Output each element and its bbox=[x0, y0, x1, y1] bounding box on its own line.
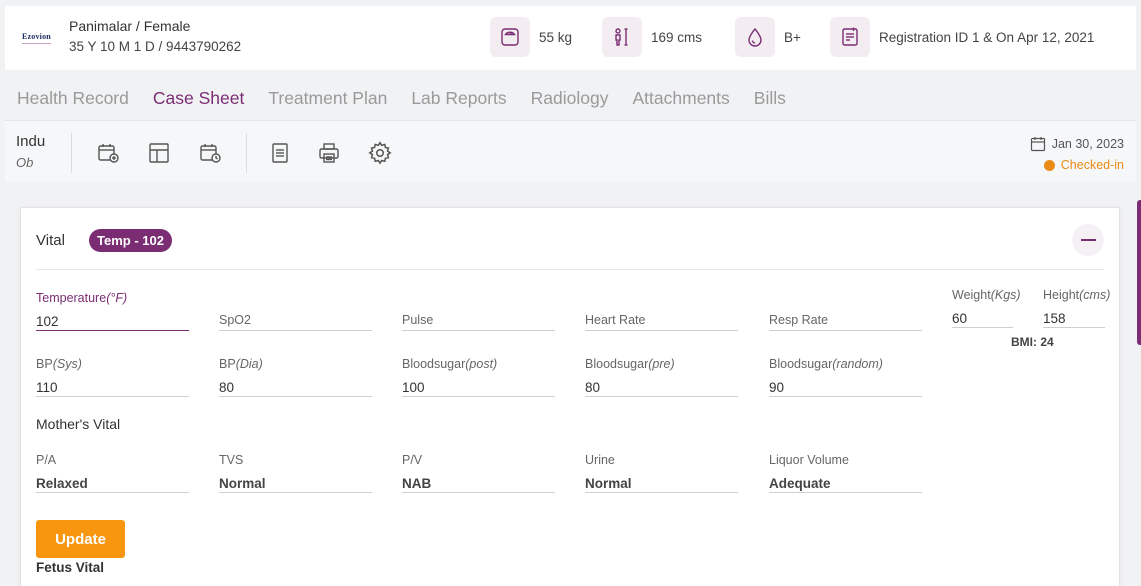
height-value: 158 bbox=[1043, 311, 1066, 326]
height-value: 169 cms bbox=[651, 29, 703, 45]
status-badge: Checked-in bbox=[1043, 158, 1124, 172]
tab-health-record[interactable]: Health Record bbox=[17, 88, 129, 109]
registration-document-icon bbox=[830, 17, 870, 57]
registration-stat: Registration ID 1 & On Apr 12, 2021 bbox=[830, 17, 1094, 57]
visit-date: Jan 30, 2023 bbox=[1030, 136, 1124, 152]
bp-dia-field[interactable]: BP(Dia) 80 bbox=[219, 357, 372, 397]
settings-icon[interactable] bbox=[366, 139, 394, 167]
bloodsugar-random-field[interactable]: Bloodsugar(random) 90 bbox=[769, 357, 922, 397]
pa-field[interactable]: P/A Relaxed bbox=[36, 453, 189, 493]
bloodsugar-post-field[interactable]: Bloodsugar(post) 100 bbox=[402, 357, 555, 397]
update-button[interactable]: Update bbox=[36, 520, 125, 558]
minus-icon bbox=[1080, 239, 1096, 241]
urine-field[interactable]: Urine Normal bbox=[585, 453, 738, 493]
heart-rate-field[interactable]: Heart Rate bbox=[585, 291, 738, 331]
registration-value: Registration ID 1 & On Apr 12, 2021 bbox=[879, 29, 1095, 45]
card-divider bbox=[36, 269, 1104, 270]
bloodsugar-pre-field[interactable]: Bloodsugar(pre) 80 bbox=[585, 357, 738, 397]
blood-group-value: B+ bbox=[784, 29, 801, 45]
case-toolbar: Indu Ob Jan 30, 2023 Checked-in bbox=[5, 120, 1136, 182]
tab-case-sheet[interactable]: Case Sheet bbox=[153, 88, 244, 109]
tab-treatment-plan[interactable]: Treatment Plan bbox=[268, 88, 387, 109]
calendar-plus-icon[interactable] bbox=[94, 139, 122, 167]
toolbar-divider bbox=[246, 133, 247, 173]
collapse-button[interactable] bbox=[1072, 224, 1104, 256]
tab-radiology[interactable]: Radiology bbox=[531, 88, 609, 109]
height-stat: 169 cms bbox=[602, 17, 702, 57]
patient-age-phone: 35 Y 10 M 1 D / 9443790262 bbox=[69, 39, 242, 54]
weight-stat: 55 kg bbox=[490, 17, 572, 57]
weight-field[interactable]: Weight(Kgs) 60 bbox=[952, 288, 1021, 328]
document-icon[interactable] bbox=[266, 139, 294, 167]
toolbar-divider bbox=[71, 133, 72, 173]
blood-drop-icon bbox=[735, 17, 775, 57]
pv-field[interactable]: P/V NAB bbox=[402, 453, 555, 493]
status-dot-icon bbox=[1043, 159, 1055, 171]
side-panel-handle[interactable] bbox=[1137, 200, 1141, 345]
status-text: Checked-in bbox=[1060, 158, 1124, 172]
liquor-volume-field[interactable]: Liquor Volume Adequate bbox=[769, 453, 922, 493]
tab-attachments[interactable]: Attachments bbox=[633, 88, 730, 109]
bmi-value: BMI: 24 bbox=[1011, 335, 1054, 349]
tab-lab-reports[interactable]: Lab Reports bbox=[411, 88, 506, 109]
tvs-field[interactable]: TVS Normal bbox=[219, 453, 372, 493]
height-field[interactable]: Height(cms) 158 bbox=[1043, 288, 1110, 328]
print-icon[interactable] bbox=[315, 139, 343, 167]
height-icon bbox=[602, 17, 642, 57]
resp-rate-field[interactable]: Resp Rate bbox=[769, 291, 922, 331]
tab-bills[interactable]: Bills bbox=[754, 88, 786, 109]
patient-header: Ezovion Panimalar / Female 35 Y 10 M 1 D… bbox=[5, 6, 1136, 70]
calendar-clock-icon[interactable] bbox=[196, 139, 224, 167]
blood-group-stat: B+ bbox=[735, 17, 801, 57]
spo2-field[interactable]: SpO2 bbox=[219, 291, 372, 331]
layout-icon[interactable] bbox=[145, 139, 173, 167]
weighing-scale-icon bbox=[490, 17, 530, 57]
weight-value: 60 bbox=[952, 311, 968, 326]
weight-value: 55 kg bbox=[539, 29, 573, 45]
vital-card: Vital Temp - 102 Temperature(°F) 102 SpO… bbox=[20, 207, 1120, 586]
record-tabs: Health Record Case Sheet Treatment Plan … bbox=[17, 88, 810, 109]
patient-name-gender: Panimalar / Female bbox=[69, 18, 191, 34]
temperature-field[interactable]: Temperature(°F) 102 bbox=[36, 291, 189, 331]
doctor-name: Indu bbox=[16, 133, 46, 150]
department-name: Ob bbox=[16, 155, 34, 170]
calendar-icon bbox=[1030, 137, 1045, 152]
temp-badge: Temp - 102 bbox=[89, 229, 172, 252]
app-logo: Ezovion bbox=[22, 32, 51, 44]
pulse-field[interactable]: Pulse bbox=[402, 291, 555, 331]
bp-sys-field[interactable]: BP(Sys) 110 bbox=[36, 357, 189, 397]
mothers-vital-title: Mother's Vital bbox=[36, 416, 121, 432]
visit-date-text: Jan 30, 2023 bbox=[1051, 137, 1124, 151]
temperature-value: 102 bbox=[36, 314, 59, 329]
fetus-vital-title: Fetus Vital bbox=[36, 560, 105, 575]
vital-title: Vital bbox=[36, 232, 65, 249]
